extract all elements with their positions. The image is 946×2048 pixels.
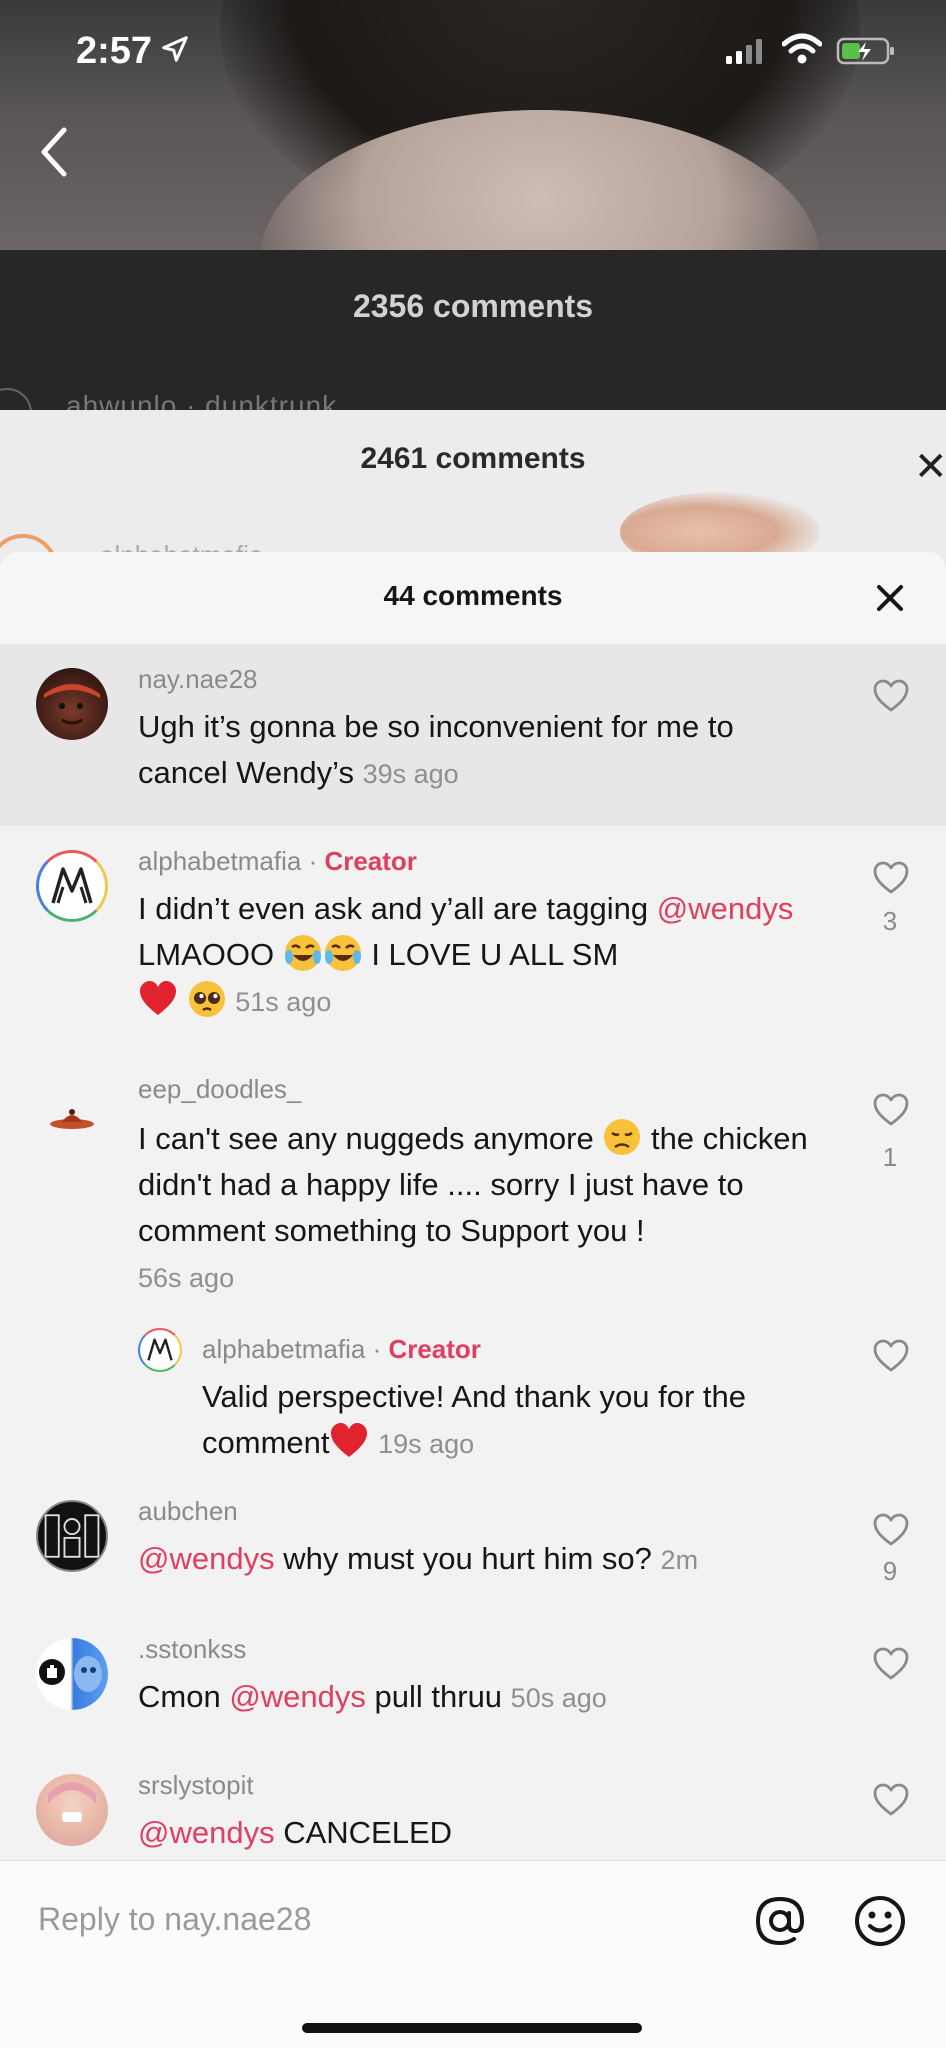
- heart-icon[interactable]: [872, 860, 910, 896]
- comment-username[interactable]: .sstonkss: [138, 1634, 246, 1665]
- pleading-face-emoji-icon: [188, 981, 225, 1017]
- battery-charging-icon: [836, 37, 894, 65]
- comment-body: Cmon: [138, 1679, 230, 1714]
- avatar[interactable]: [36, 1082, 108, 1154]
- background-comments-sheet: 2356 comments ahwunlo · dunktrunk: [0, 250, 946, 438]
- avatar[interactable]: [36, 850, 108, 922]
- mention-link[interactable]: @wendys: [138, 1815, 275, 1850]
- background-sheet-title: 2356 comments: [352, 288, 594, 324]
- comment-item[interactable]: aubchen @wendys why must you hurt him so…: [0, 1476, 946, 1614]
- back-chevron-icon[interactable]: [34, 124, 74, 180]
- location-arrow-icon: [162, 36, 188, 62]
- comment-text: @wendys why must you hurt him so? 2m: [138, 1536, 828, 1583]
- heart-icon[interactable]: [872, 1338, 910, 1374]
- comment-time: 50s ago: [510, 1683, 607, 1713]
- comment-username[interactable]: srslystopit: [138, 1770, 254, 1801]
- laughing-tears-emoji-icon: [284, 935, 321, 971]
- status-time: 2:57: [76, 30, 153, 72]
- middle-comments-sheet: 2461 comments ✕ alphabetmafia: [0, 410, 946, 604]
- like-count: 3: [882, 906, 898, 936]
- comments-sheet: 44 comments nay.nae28 Ugh it’s gonna be …: [0, 552, 946, 2048]
- separator-dot: ·: [301, 846, 325, 876]
- alphabet-mafia-logo-icon: [51, 867, 93, 904]
- comment-time: 56s ago: [138, 1263, 235, 1293]
- alphabet-mafia-logo-icon: [147, 1338, 173, 1361]
- comment-time: 39s ago: [362, 759, 459, 789]
- emoji-picker-icon[interactable]: [852, 1893, 908, 1949]
- reply-input[interactable]: Reply to nay.nae28: [38, 1901, 311, 1938]
- wifi-icon: [782, 33, 822, 64]
- comment-text: @wendys CANCELED: [138, 1810, 828, 1856]
- separator-dot: ·: [365, 1334, 389, 1364]
- comment-body: I can't see any nuggeds anymore: [138, 1121, 594, 1156]
- comment-item[interactable]: alphabetmafia · Creator I didn’t even as…: [0, 826, 946, 1052]
- heart-icon[interactable]: [872, 1782, 910, 1818]
- comment-text: Valid perspective! And thank you for the…: [202, 1374, 822, 1467]
- avatar[interactable]: [36, 1500, 108, 1572]
- like-count: 1: [882, 1142, 898, 1172]
- heart-icon[interactable]: [872, 678, 910, 714]
- mention-link[interactable]: @wendys: [229, 1679, 366, 1714]
- comment-text: Cmon @wendys pull thruu 50s ago: [138, 1674, 828, 1721]
- comments-count-title: 44 comments: [383, 580, 563, 611]
- avatar[interactable]: [36, 668, 108, 740]
- comment-body: I LOVE U ALL SM: [362, 937, 619, 972]
- disappointed-face-emoji-icon: [604, 1119, 641, 1155]
- avatar-image: [44, 1514, 100, 1558]
- cellular-signal-icon: [726, 39, 762, 64]
- status-bar: 2:57: [0, 0, 946, 100]
- comment-text: Ugh it’s gonna be so inconvenient for me…: [138, 704, 818, 797]
- heart-icon[interactable]: [872, 1092, 910, 1128]
- red-heart-emoji-icon: [140, 981, 176, 1015]
- mention-at-icon[interactable]: [752, 1893, 808, 1949]
- heart-icon[interactable]: [872, 1512, 910, 1548]
- comment-body: LMAOOO: [138, 937, 275, 972]
- middle-sheet-close-icon[interactable]: ✕: [914, 444, 946, 490]
- comment-body: CANCELED: [274, 1815, 453, 1850]
- comment-username[interactable]: alphabetmafia: [138, 846, 301, 876]
- mention-link[interactable]: @wendys: [138, 1541, 275, 1576]
- avatar-image: [50, 1109, 94, 1129]
- comment-text: I can't see any nuggeds anymore the chic…: [138, 1116, 828, 1301]
- reply-comment-item[interactable]: alphabetmafia · Creator Valid perspectiv…: [0, 1296, 946, 1476]
- close-icon[interactable]: [872, 580, 908, 616]
- comments-header: 44 comments: [0, 552, 946, 644]
- creator-badge: Creator: [388, 1334, 481, 1364]
- comment-time: 51s ago: [235, 987, 332, 1017]
- home-indicator[interactable]: [302, 2023, 642, 2033]
- avatar[interactable]: [36, 1638, 108, 1710]
- avatar-image: [44, 684, 100, 725]
- avatar-image: [48, 1782, 96, 1822]
- comment-username-row: alphabetmafia · Creator: [138, 846, 417, 877]
- mention-link[interactable]: @wendys: [657, 891, 794, 926]
- laughing-tears-emoji-icon: [324, 935, 361, 971]
- middle-sheet-title: 2461 comments: [360, 442, 586, 475]
- comment-username[interactable]: aubchen: [138, 1496, 238, 1527]
- heart-icon[interactable]: [872, 1646, 910, 1682]
- comment-username[interactable]: eep_doodles_: [138, 1074, 301, 1105]
- comment-username[interactable]: alphabetmafia: [202, 1334, 365, 1364]
- creator-badge: Creator: [324, 846, 417, 876]
- comment-time: 2m: [660, 1545, 699, 1575]
- avatar-image: [39, 1656, 102, 1692]
- comment-body: I didn’t even ask and y’all are tagging: [138, 891, 657, 926]
- avatar[interactable]: [36, 1774, 108, 1846]
- comment-username-row: alphabetmafia · Creator: [202, 1334, 481, 1365]
- comment-time: 19s ago: [378, 1429, 475, 1459]
- comment-item[interactable]: srslystopit @wendys CANCELED: [0, 1750, 946, 1860]
- comment-username[interactable]: nay.nae28: [138, 664, 258, 695]
- comment-body: why must you hurt him so?: [274, 1541, 652, 1576]
- comment-text: I didn’t even ask and y’all are tagging …: [138, 886, 828, 1025]
- avatar[interactable]: [138, 1328, 182, 1372]
- like-count: 9: [882, 1556, 898, 1586]
- comment-item[interactable]: eep_doodles_ I can't see any nuggeds any…: [0, 1052, 946, 1296]
- comment-item[interactable]: nay.nae28 Ugh it’s gonna be so inconveni…: [0, 644, 946, 826]
- red-heart-emoji-icon: [331, 1423, 368, 1457]
- comment-item[interactable]: .sstonkss Cmon @wendys pull thruu 50s ag…: [0, 1614, 946, 1750]
- reply-bar: Reply to nay.nae28: [0, 1860, 946, 2048]
- comment-body: pull thruu: [365, 1679, 503, 1714]
